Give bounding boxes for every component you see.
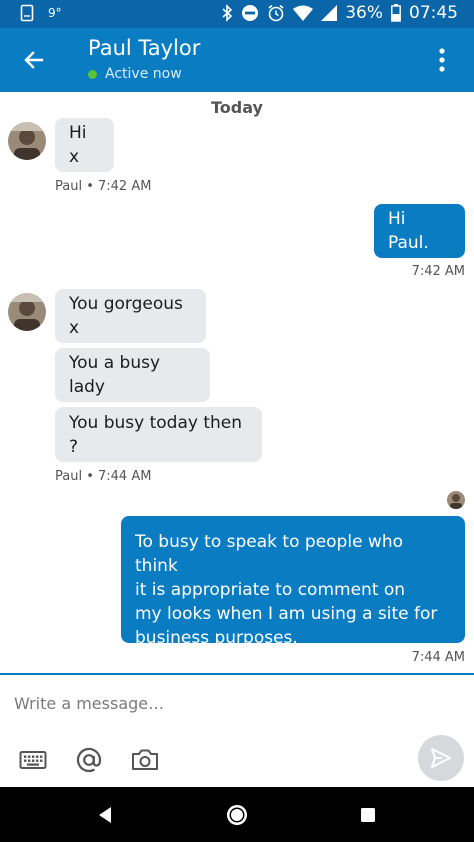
- message-bubble-incoming[interactable]: You busy today then ?: [55, 407, 262, 462]
- contact-name[interactable]: Paul Taylor: [88, 36, 200, 60]
- nav-back-icon[interactable]: [91, 801, 119, 829]
- nav-recents-icon[interactable]: [354, 801, 382, 829]
- message-bubble-outgoing[interactable]: Hi Paul.: [374, 204, 465, 258]
- message-text: Hi x: [69, 123, 87, 167]
- message-text: Hi Paul.: [388, 209, 429, 253]
- message-meta: 7:42 AM: [411, 264, 465, 279]
- nav-home-icon[interactable]: [223, 801, 251, 829]
- message-text-line: it is appropriate to comment on: [135, 580, 406, 600]
- day-separator: Today: [211, 98, 263, 117]
- message-thread[interactable]: Today Hi x Paul • 7:42 AM Hi Paul. 7:42 …: [0, 92, 474, 675]
- system-navigation-bar: [0, 787, 474, 842]
- message-text: You gorgeous x: [69, 294, 183, 338]
- avatar[interactable]: [8, 122, 46, 160]
- message-meta: 7:44 AM: [411, 650, 465, 665]
- presence-label: Active now: [105, 66, 182, 82]
- more-vert-icon[interactable]: [424, 42, 460, 78]
- message-text: You a busy lady: [69, 353, 161, 397]
- read-receipt-avatar: [447, 491, 465, 509]
- arrow-left-icon[interactable]: [18, 44, 50, 76]
- message-meta: Paul • 7:44 AM: [55, 469, 152, 484]
- message-text-line: business purposes.: [135, 628, 298, 648]
- message-bubble-incoming[interactable]: Hi x: [55, 118, 114, 172]
- message-bubble-outgoing[interactable]: To busy to speak to people who think it …: [121, 516, 465, 648]
- message-input[interactable]: [14, 694, 394, 713]
- message-text: You busy today then ?: [69, 412, 243, 457]
- battery-percent: 36%: [345, 3, 383, 23]
- signal-icon: [321, 5, 338, 21]
- do-not-disturb-icon: [241, 4, 259, 22]
- alarm-icon: [267, 4, 285, 22]
- wifi-icon: [293, 5, 314, 21]
- camera-icon[interactable]: [130, 745, 160, 775]
- temperature: 9°: [48, 6, 62, 20]
- avatar[interactable]: [8, 293, 46, 331]
- message-bubble-incoming[interactable]: You gorgeous x: [55, 289, 206, 343]
- message-text-line: my looks when I am using a site for: [135, 604, 438, 624]
- message-text-line: To busy to speak to people who think: [135, 532, 404, 576]
- message-composer: [0, 673, 474, 787]
- screen-mirror-icon: [20, 4, 34, 22]
- presence-status: Active now: [88, 66, 182, 82]
- keyboard-icon[interactable]: [18, 745, 48, 775]
- mention-icon[interactable]: [74, 745, 104, 775]
- conversation-header: Paul Taylor Active now: [0, 28, 474, 92]
- status-bar: 9° 36% 07:45: [0, 0, 474, 28]
- message-bubble-incoming[interactable]: You a busy lady: [55, 348, 210, 402]
- clock: 07:45: [409, 3, 458, 23]
- bluetooth-icon: [221, 4, 233, 22]
- message-meta: Paul • 7:42 AM: [55, 179, 152, 194]
- send-icon[interactable]: [418, 735, 464, 781]
- battery-icon: [391, 4, 401, 22]
- online-dot-icon: [88, 69, 97, 79]
